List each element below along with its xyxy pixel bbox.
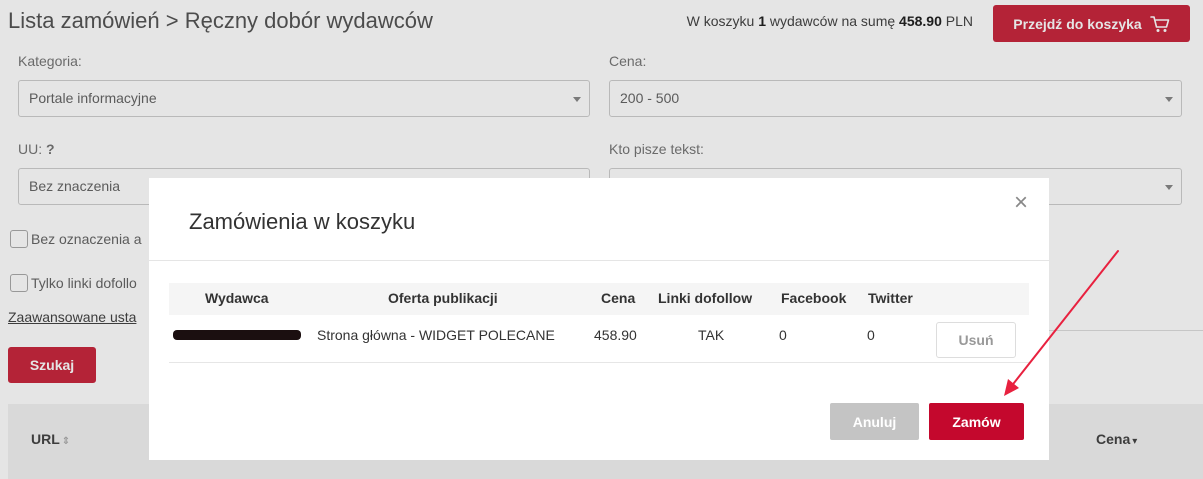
column-header-price: Cena [601, 290, 636, 306]
column-header-dofollow: Linki dofollow [658, 290, 753, 306]
remove-button[interactable]: Usuń [936, 322, 1016, 358]
close-icon[interactable]: × [1011, 191, 1031, 215]
column-header-facebook: Facebook [781, 290, 847, 306]
redacted-publisher [173, 330, 301, 340]
twitter-cell: 0 [867, 327, 875, 343]
column-header-publisher: Wydawca [205, 290, 269, 306]
column-header-offer: Oferta publikacji [388, 290, 498, 306]
cart-table-header: Wydawca Oferta publikacji Cena Linki dof… [169, 283, 1029, 315]
facebook-cell: 0 [779, 327, 787, 343]
dofollow-cell: TAK [698, 327, 725, 343]
price-cell: 458.90 [594, 327, 637, 343]
order-button[interactable]: Zamów [929, 403, 1024, 440]
column-header-twitter: Twitter [868, 290, 913, 306]
cancel-button[interactable]: Anuluj [830, 403, 919, 440]
cart-modal: Zamówienia w koszyku × Wydawca Oferta pu… [149, 178, 1049, 460]
divider [149, 260, 1049, 261]
offer-cell: Strona główna - WIDGET POLECANE [317, 327, 555, 343]
modal-title: Zamówienia w koszyku [189, 209, 416, 234]
table-row: Strona główna - WIDGET POLECANE 458.90 T… [169, 315, 1029, 363]
